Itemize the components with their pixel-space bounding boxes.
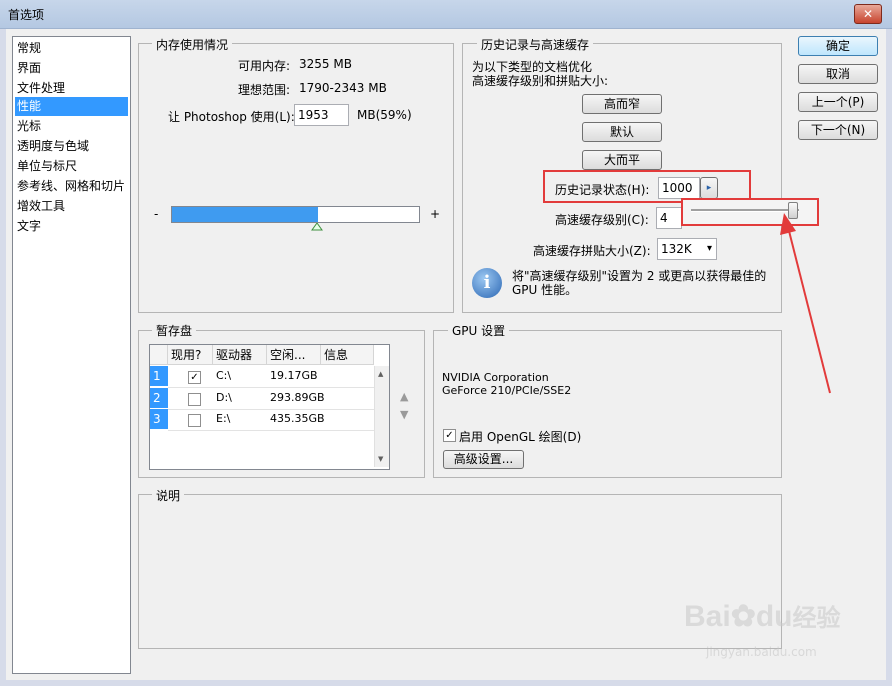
scratch-disks-table: 现用? 驱动器 空闲... 信息 1 ✓ C:\ 19.17GB 2 D:\ 2…: [149, 344, 390, 470]
chevron-down-icon: ▾: [706, 243, 712, 254]
watermark-url: jingyan.baidu.com: [706, 645, 817, 659]
sidebar-item-general[interactable]: 常规: [15, 39, 128, 58]
available-memory-value: 3255 MB: [299, 57, 352, 71]
table-row-drive: E:\: [216, 412, 231, 425]
table-header-free[interactable]: 空闲...: [267, 345, 321, 365]
next-button[interactable]: 下一个(N): [798, 120, 878, 140]
table-row-active-checkbox[interactable]: ✓: [188, 371, 201, 384]
cancel-button[interactable]: 取消: [798, 64, 878, 84]
memory-slider-plus: +: [430, 207, 441, 221]
history-cache-legend: 历史记录与高速缓存: [477, 36, 594, 53]
available-memory-label: 可用内存:: [238, 59, 291, 73]
sidebar-item-performance[interactable]: 性能: [15, 97, 128, 116]
big-flat-button[interactable]: 大而平: [582, 150, 662, 170]
sidebar-item-transparency-gamut[interactable]: 透明度与色域: [15, 137, 128, 156]
table-row-number[interactable]: 2: [150, 388, 168, 408]
sidebar-item-units-rulers[interactable]: 单位与标尺: [15, 157, 128, 176]
info-icon: i: [472, 268, 502, 298]
window-title: 首选项: [8, 8, 45, 22]
table-row-free: 19.17GB: [270, 369, 318, 382]
gpu-vendor: NVIDIA Corporation: [442, 371, 549, 384]
info-text-line2: GPU 性能。: [512, 283, 578, 297]
photoshop-memory-input[interactable]: 1953: [294, 104, 349, 126]
sidebar-item-cursors[interactable]: 光标: [15, 117, 128, 136]
move-down-icon[interactable]: ▼: [400, 408, 408, 421]
table-row-active-checkbox[interactable]: [188, 393, 201, 406]
table-scrollbar[interactable]: ▲ ▼: [374, 366, 389, 467]
photoshop-memory-suffix: MB(59%): [357, 108, 412, 122]
memory-slider-minus: -: [154, 207, 159, 221]
sidebar-item-guides-grid-slices[interactable]: 参考线、网格和切片: [15, 177, 128, 196]
table-header-active[interactable]: 现用?: [168, 345, 213, 365]
table-header-drive[interactable]: 驱动器: [213, 345, 267, 365]
table-header-num: [150, 345, 168, 365]
watermark-brand: Bai: [684, 600, 731, 633]
cache-tile-size-value: 132K: [661, 242, 692, 256]
scroll-up-icon[interactable]: ▲: [378, 370, 383, 378]
memory-slider-thumb[interactable]: [311, 223, 323, 231]
table-row-active-checkbox[interactable]: [188, 414, 201, 427]
gpu-model: GeForce 210/PCIe/SSE2: [442, 384, 572, 397]
cache-tile-size-label: 高速缓存拼贴大小(Z):: [533, 244, 651, 258]
table-row-free: 293.89GB: [270, 391, 325, 404]
table-row-number[interactable]: 3: [150, 409, 168, 429]
watermark-logo: Bai✿du经验: [684, 598, 840, 634]
sidebar-item-interface[interactable]: 界面: [15, 59, 128, 78]
table-row-free: 435.35GB: [270, 412, 325, 425]
preferences-sidebar: 常规 界面 文件处理 性能 光标 透明度与色域 单位与标尺 参考线、网格和切片 …: [12, 36, 131, 674]
cache-tile-size-select[interactable]: 132K ▾: [657, 238, 717, 260]
table-row-number[interactable]: 1: [150, 366, 168, 386]
watermark-brand-suffix: du: [755, 600, 793, 633]
sidebar-item-file-handling[interactable]: 文件处理: [15, 79, 128, 98]
scroll-down-icon[interactable]: ▼: [378, 455, 383, 463]
ideal-range-label: 理想范围:: [238, 83, 291, 97]
close-button[interactable]: ✕: [854, 4, 882, 24]
table-row-drive: C:\: [216, 369, 232, 382]
move-up-icon[interactable]: ▲: [400, 390, 408, 403]
gpu-advanced-button[interactable]: 高级设置...: [443, 450, 524, 469]
cache-levels-input[interactable]: 4: [656, 207, 682, 229]
opengl-checkbox[interactable]: ✓: [443, 429, 456, 442]
watermark-brand-cn: 经验: [792, 605, 841, 632]
memory-usage-legend: 内存使用情况: [152, 36, 233, 53]
memory-usage-bar[interactable]: [171, 206, 420, 223]
scratch-disks-legend: 暂存盘: [152, 322, 197, 339]
opengl-label[interactable]: 启用 OpenGL 绘图(D): [459, 428, 581, 445]
ideal-range-value: 1790-2343 MB: [299, 81, 387, 95]
ok-button[interactable]: 确定: [798, 36, 878, 56]
memory-usage-group: [138, 43, 454, 313]
photoshop-memory-label: 让 Photoshop 使用(L):: [168, 110, 295, 124]
table-row-drive: D:\: [216, 391, 232, 404]
table-header-info[interactable]: 信息: [321, 345, 374, 365]
sidebar-item-plugins[interactable]: 增效工具: [15, 197, 128, 216]
watermark-paw-icon: ✿: [730, 600, 756, 633]
gpu-settings-legend: GPU 设置: [448, 322, 510, 339]
previous-button[interactable]: 上一个(P): [798, 92, 878, 112]
cache-levels-label: 高速缓存级别(C):: [555, 213, 649, 227]
title-bar: [0, 0, 892, 29]
memory-usage-fill: [172, 207, 318, 222]
description-legend: 说明: [152, 487, 185, 504]
default-button[interactable]: 默认: [582, 122, 662, 142]
tall-thin-button[interactable]: 高而窄: [582, 94, 662, 114]
table-row-divider: [168, 430, 374, 431]
optimize-text-line2: 高速缓存级别和拼贴大小:: [472, 74, 609, 88]
sidebar-item-type[interactable]: 文字: [15, 217, 128, 236]
